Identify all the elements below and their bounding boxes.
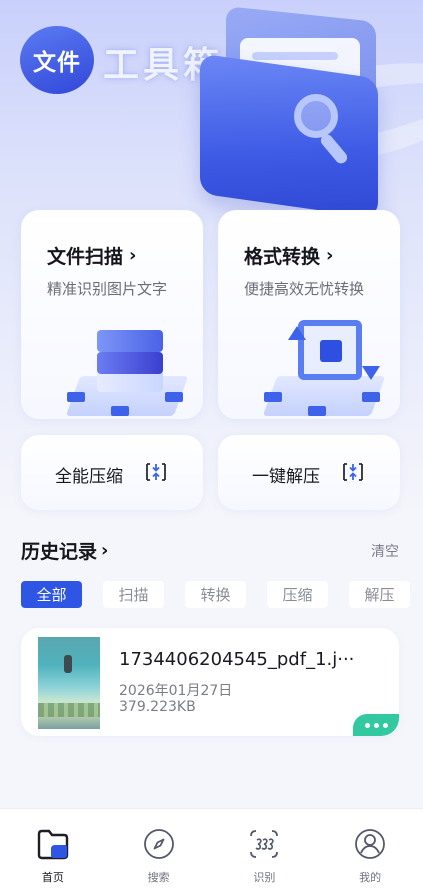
scan-illustration — [61, 320, 191, 419]
bottom-tab-bar: 首页 搜索 识别 我的 — [0, 808, 423, 894]
record-date: 2026年01月27日 — [119, 683, 233, 699]
tab-profile[interactable]: 我的 — [317, 809, 423, 894]
filter-tab-scan[interactable]: 扫描 — [103, 581, 164, 608]
format-convert-card[interactable]: 格式转换 › 便捷高效无忧转换 — [218, 210, 400, 419]
extract-label: 一键解压 — [252, 467, 320, 487]
file-scan-subtitle: 精准识别图片文字 — [47, 280, 168, 298]
more-dot — [364, 722, 370, 728]
file-scan-title: 文件扫描 — [47, 246, 124, 268]
file-scan-card[interactable]: 文件扫描 › 精准识别图片文字 — [21, 210, 203, 419]
platform-block — [362, 392, 380, 402]
record-size: 379.223KB — [119, 699, 196, 715]
more-dot — [382, 722, 388, 728]
thumbnail-figure — [64, 655, 72, 673]
more-dot — [373, 722, 379, 728]
app-screen: 文件 工具箱 文件扫描 › 精准识别图片文字 格式转换 › 便捷高效无忧转换 全… — [0, 0, 423, 894]
chevron-right-icon: › — [101, 540, 109, 561]
convert-illustration — [258, 320, 388, 419]
platform-block — [308, 406, 326, 416]
magnifier-icon — [294, 94, 338, 138]
arrow-up-icon — [288, 326, 306, 340]
folder-front — [200, 53, 378, 219]
chevron-right-icon: › — [326, 245, 334, 266]
user-profile-icon — [355, 829, 386, 859]
chevron-right-icon: › — [129, 245, 137, 266]
tab-home[interactable]: 首页 — [0, 809, 106, 894]
file-scan-title-row: 文件扫描 › — [47, 242, 136, 269]
record-thumbnail — [38, 637, 100, 729]
format-convert-title-row: 格式转换 › — [244, 242, 333, 269]
folder-illustration — [190, 6, 390, 219]
tab-home-label: 首页 — [41, 871, 64, 884]
filter-tab-compress[interactable]: 压缩 — [267, 581, 328, 608]
format-convert-subtitle: 便捷高效无忧转换 — [244, 280, 365, 298]
logo-text: 文件 — [33, 50, 81, 76]
compress-label: 全能压缩 — [55, 467, 123, 487]
compress-icon — [146, 463, 166, 481]
cube-icon — [320, 340, 342, 362]
compress-card[interactable]: 全能压缩 — [21, 435, 203, 510]
clear-history-button[interactable]: 清空 — [371, 541, 399, 561]
format-convert-title: 格式转换 — [244, 246, 321, 268]
platform-block — [67, 392, 85, 402]
app-logo: 文件 — [20, 26, 94, 94]
filter-tab-extract[interactable]: 解压 — [349, 581, 410, 608]
tab-search-label: 搜索 — [147, 871, 170, 884]
folder-home-icon — [37, 829, 69, 860]
tab-profile-label: 我的 — [359, 871, 382, 884]
extract-icon — [343, 463, 363, 481]
platform-block — [111, 406, 129, 416]
scan-recognize-icon — [250, 830, 279, 858]
stack-layer — [97, 330, 163, 352]
filter-tab-all[interactable]: 全部 — [21, 581, 82, 608]
tab-search[interactable]: 搜索 — [106, 809, 212, 894]
tab-recognize[interactable]: 识别 — [212, 809, 318, 894]
history-filter-tabs: 全部 扫描 转换 压缩 解压 — [21, 581, 410, 608]
thumbnail-trees — [38, 703, 100, 717]
filter-tab-convert[interactable]: 转换 — [185, 581, 246, 608]
stack-layer — [97, 352, 163, 374]
compass-icon — [143, 829, 174, 859]
arrow-down-icon — [362, 366, 380, 380]
record-file-name: 1734406204545_pdf_1.j··· — [119, 649, 355, 670]
tab-recognize-label: 识别 — [253, 871, 276, 884]
more-options-button[interactable] — [353, 714, 399, 736]
platform-block — [264, 392, 282, 402]
platform-block — [165, 392, 183, 402]
history-title-text: 历史记录 — [21, 541, 98, 563]
history-title[interactable]: 历史记录 › — [21, 537, 108, 564]
extract-card[interactable]: 一键解压 — [218, 435, 400, 510]
history-record[interactable]: 1734406204545_pdf_1.j··· 2026年01月27日 379… — [21, 628, 399, 736]
